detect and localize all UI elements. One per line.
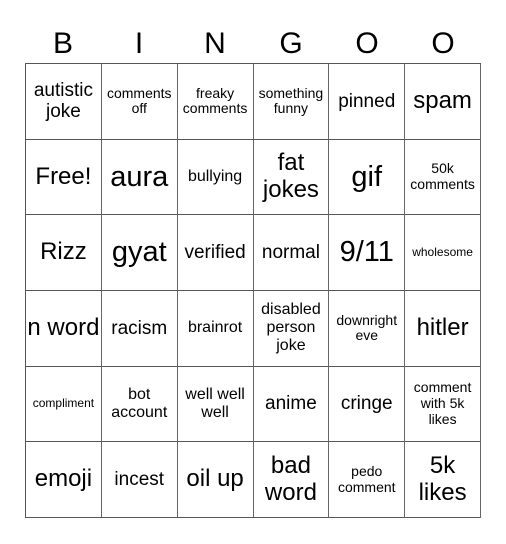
bingo-cell[interactable]: Rizz	[26, 215, 102, 291]
bingo-cell[interactable]: downright eve	[329, 290, 406, 367]
bingo-cell-text: bot account	[111, 386, 168, 421]
bingo-cell[interactable]: gif	[329, 139, 406, 216]
bingo-cell[interactable]: comment with 5k likes	[405, 366, 481, 443]
bingo-cell-text: compliment	[32, 396, 95, 411]
bingo-cell-text: 5k likes	[418, 451, 467, 506]
bingo-cell-text: wholesome	[412, 244, 473, 259]
header-letter: G	[279, 27, 303, 60]
bingo-cell[interactable]: 50k comments	[405, 139, 481, 216]
bingo-cell[interactable]: aura	[101, 139, 178, 216]
bingo-cell-text: 50k comments	[410, 160, 475, 192]
bingo-cell-text: racism	[111, 317, 168, 339]
bingo-cell-text: fat jokes	[262, 149, 319, 203]
bingo-cell[interactable]: emoji	[26, 442, 102, 518]
bingo-cell[interactable]: Free!	[26, 139, 102, 216]
bingo-cell-text: disabled person joke	[261, 301, 321, 355]
bingo-cell[interactable]: fat jokes	[253, 139, 330, 216]
bingo-cell-text: downright eve	[336, 311, 398, 344]
bingo-cell[interactable]: wholesome	[405, 215, 481, 291]
bingo-cell-text: brainrot	[187, 319, 243, 337]
bingo-cell[interactable]: hitler	[405, 290, 481, 367]
bingo-cell-text: cringe	[340, 393, 393, 415]
bingo-cell[interactable]: n word	[26, 290, 102, 367]
bingo-cell-text: Rizz	[40, 238, 87, 266]
bingo-cell-text: Free!	[35, 162, 92, 190]
bingo-cell[interactable]: disabled person joke	[253, 290, 330, 367]
bingo-cell[interactable]: cringe	[329, 366, 406, 443]
bingo-cell-text: anime	[265, 393, 317, 415]
bingo-cell[interactable]: racism	[101, 290, 178, 367]
bingo-grid: autistic joke comments off freaky comments…	[25, 63, 481, 518]
bingo-cell[interactable]: oil up	[177, 442, 254, 518]
bingo-cell-text: bullying	[187, 168, 243, 186]
bingo-cell[interactable]: pinned	[329, 64, 406, 140]
bingo-cell-text: comments off	[106, 84, 172, 117]
bingo-cell-text: 9/11	[339, 236, 394, 269]
header-letter: N	[204, 27, 226, 60]
bingo-cell-text: normal	[261, 242, 320, 264]
bingo-cell[interactable]: spam	[405, 64, 481, 140]
header-letter: I	[134, 27, 144, 60]
bingo-cell[interactable]: well well well	[177, 366, 254, 443]
bingo-cell-text: n word	[27, 313, 100, 341]
bingo-cell-text: autistic joke	[33, 80, 93, 123]
bingo-cell-text: bad word	[264, 451, 317, 506]
bingo-cell[interactable]: brainrot	[177, 290, 254, 367]
bingo-cell[interactable]: something funny	[253, 64, 330, 140]
bingo-cell[interactable]: freaky comments	[177, 64, 254, 140]
bingo-cell-text: something funny	[258, 84, 324, 117]
bingo-cell[interactable]: pedo comment	[329, 442, 406, 518]
header-letter: O	[355, 27, 379, 60]
bingo-cell[interactable]: anime	[253, 366, 330, 443]
bingo-cell-text: well well well	[185, 386, 245, 421]
bingo-cell[interactable]: compliment	[26, 366, 102, 443]
bingo-cell[interactable]: 5k likes	[405, 442, 481, 518]
bingo-cell[interactable]: gyat	[101, 215, 178, 291]
bingo-header: B I N G O O	[25, 24, 481, 64]
bingo-cell-text: gif	[351, 160, 383, 193]
header-letter: O	[431, 27, 455, 60]
bingo-cell[interactable]: bullying	[177, 139, 254, 216]
bingo-cell-text: pedo comment	[337, 462, 396, 495]
bingo-cell[interactable]: autistic joke	[26, 64, 102, 140]
bingo-cell-text: hitler	[416, 313, 469, 341]
bingo-cell-text: emoji	[34, 465, 93, 493]
bingo-cell-text: freaky comments	[182, 84, 248, 117]
bingo-cell[interactable]: bad word	[253, 442, 330, 518]
bingo-cell[interactable]: verified	[177, 215, 254, 291]
bingo-cell[interactable]: incest	[101, 442, 178, 518]
bingo-cell-text: verified	[184, 242, 246, 264]
bingo-cell-text: comment with 5k likes	[413, 379, 472, 427]
bingo-cell-text: pinned	[338, 90, 396, 112]
bingo-cell[interactable]: comments off	[101, 64, 178, 140]
bingo-cell[interactable]: normal	[253, 215, 330, 291]
bingo-cell-text: spam	[413, 86, 472, 114]
bingo-cell-text: gyat	[111, 236, 167, 269]
bingo-cell[interactable]: 9/11	[329, 215, 406, 291]
bingo-cell-text: aura	[110, 160, 169, 193]
bingo-cell[interactable]: bot account	[101, 366, 178, 443]
bingo-cell-text: oil up	[186, 465, 244, 493]
bingo-cell-text: incest	[114, 469, 165, 491]
header-letter: B	[52, 27, 73, 60]
